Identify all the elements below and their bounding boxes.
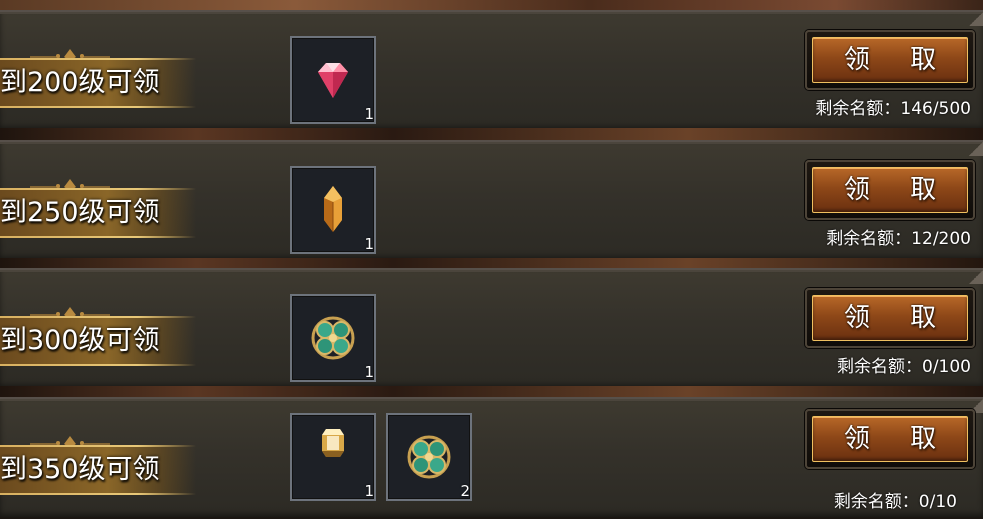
- corner-decor: [969, 270, 983, 284]
- reward-row: 到200级可领 1 领 取 剩余名额：146/500: [0, 10, 983, 132]
- claim-button[interactable]: 领 取: [805, 409, 975, 469]
- reward-row: 到350级可领 1 2 领 取 剩余名额：0/10: [0, 397, 983, 519]
- reward-slot[interactable]: 1: [290, 413, 376, 501]
- reward-slot[interactable]: 1: [290, 166, 376, 254]
- reward-count: 1: [364, 105, 374, 123]
- reward-row: 到300级可领 1 领 取 剩余名额：0/100: [0, 268, 983, 390]
- reward-row: 到250级可领 1 领 取 剩余名额：12/200: [0, 140, 983, 262]
- claim-button-face: 领 取: [812, 416, 968, 462]
- remaining-quota: 剩余名额：0/100: [837, 357, 971, 377]
- reward-count: 1: [364, 363, 374, 381]
- remaining-quota: 剩余名额：0/10: [833, 492, 957, 512]
- top-decor-strip: [0, 0, 983, 10]
- gold-gem-icon: [322, 429, 344, 457]
- corner-decor: [969, 142, 983, 156]
- remaining-quota: 剩余名额：146/500: [815, 99, 971, 119]
- amber-crystal-icon: [324, 186, 342, 232]
- level-requirement-text: 到300级可领: [0, 325, 160, 356]
- level-banner: 到250级可领: [0, 188, 196, 238]
- reward-count: 1: [364, 235, 374, 253]
- claim-button-face: 领 取: [812, 295, 968, 341]
- corner-decor: [969, 12, 983, 26]
- jade-clover-icon: [407, 435, 451, 479]
- claim-button[interactable]: 领 取: [805, 30, 975, 90]
- claim-button-face: 领 取: [812, 37, 968, 83]
- claim-button-label: 领 取: [843, 303, 953, 333]
- jade-clover-icon: [311, 316, 355, 360]
- level-banner: 到350级可领: [0, 445, 196, 495]
- level-banner: 到200级可领: [0, 58, 196, 108]
- level-requirement-text: 到350级可领: [0, 454, 160, 485]
- claim-button[interactable]: 领 取: [805, 288, 975, 348]
- remaining-quota: 剩余名额：12/200: [826, 229, 971, 249]
- level-requirement-text: 到250级可领: [0, 197, 160, 228]
- row-separator: [0, 128, 983, 140]
- reward-slot[interactable]: 1: [290, 294, 376, 382]
- level-requirement-text: 到200级可领: [0, 67, 160, 98]
- reward-count: 1: [364, 482, 374, 500]
- claim-button-face: 领 取: [812, 167, 968, 213]
- pink-diamond-icon: [318, 63, 348, 98]
- claim-button[interactable]: 领 取: [805, 160, 975, 220]
- level-banner: 到300级可领: [0, 316, 196, 366]
- reward-slot[interactable]: 1: [290, 36, 376, 124]
- reward-count: 2: [460, 482, 470, 500]
- claim-button-label: 领 取: [843, 424, 953, 454]
- claim-button-label: 领 取: [843, 175, 953, 205]
- reward-slot[interactable]: 2: [386, 413, 472, 501]
- claim-button-label: 领 取: [843, 45, 953, 75]
